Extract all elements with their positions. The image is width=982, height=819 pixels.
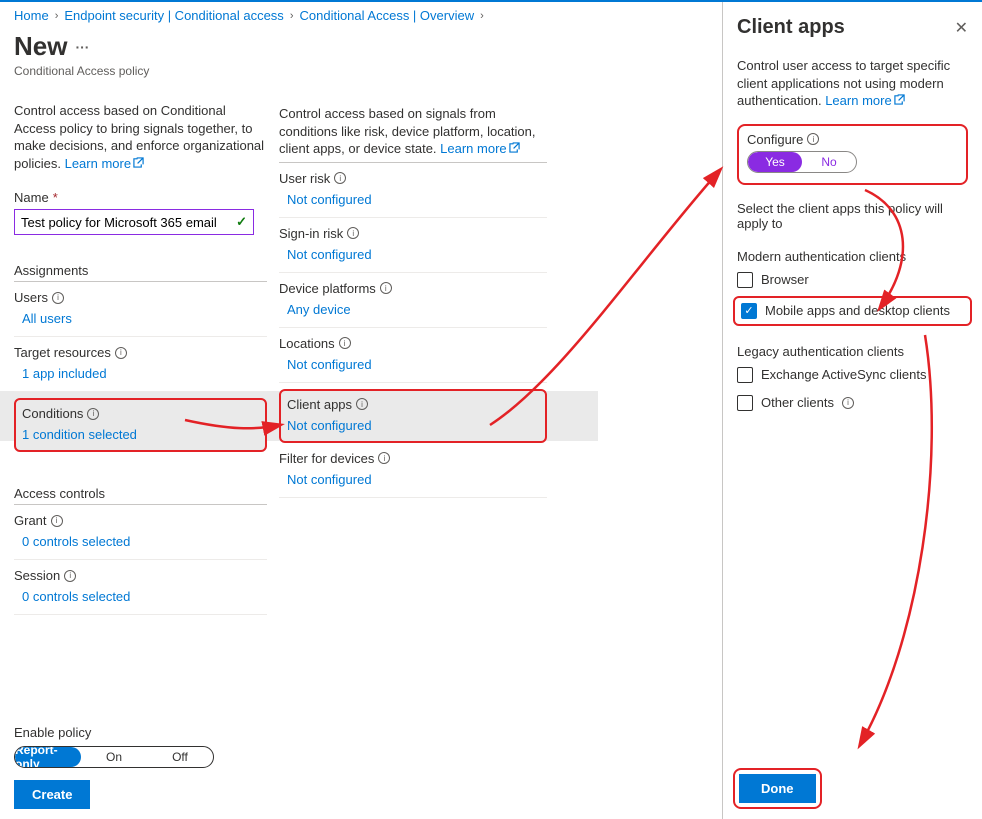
info-icon[interactable]: i — [64, 570, 76, 582]
checkbox-eas-label: Exchange ActiveSync clients — [761, 367, 926, 382]
info-icon[interactable]: i — [51, 515, 63, 527]
targets-value[interactable]: 1 app included — [14, 366, 267, 381]
crumb-home[interactable]: Home — [14, 8, 49, 23]
crumb-ca[interactable]: Conditional Access | Overview — [299, 8, 474, 23]
info-icon[interactable]: i — [347, 227, 359, 239]
info-icon[interactable]: i — [87, 408, 99, 420]
conditions-row[interactable]: Conditions i — [22, 406, 259, 421]
info-icon[interactable]: i — [52, 292, 64, 304]
grant-row[interactable]: Grant i — [14, 513, 267, 528]
toggle-yes[interactable]: Yes — [748, 152, 802, 172]
cond-row[interactable]: Filter for devicesi — [279, 451, 547, 466]
name-input[interactable]: ✓ — [14, 209, 254, 235]
check-icon: ✓ — [236, 214, 247, 230]
configure-toggle[interactable]: Yes No — [747, 151, 857, 173]
learn-more-link[interactable]: Learn more — [440, 141, 519, 156]
enable-policy-label: Enable policy — [14, 725, 214, 740]
name-label: Name* — [14, 190, 267, 205]
cond-value[interactable]: Not configured — [279, 247, 547, 262]
group-legacy: Legacy authentication clients — [737, 344, 968, 359]
more-icon[interactable]: ··· — [75, 39, 89, 55]
info-icon[interactable]: i — [842, 397, 854, 409]
cond-value[interactable]: Not configured — [287, 418, 539, 433]
panel-title: Client apps ✕ — [737, 16, 968, 39]
external-link-icon — [133, 157, 144, 168]
cond-value[interactable]: Not configured — [279, 192, 547, 207]
checkbox-other[interactable] — [737, 395, 753, 411]
checkbox-mobile-desktop-label: Mobile apps and desktop clients — [765, 303, 950, 318]
cond-value[interactable]: Any device — [279, 302, 547, 317]
info-icon[interactable]: i — [339, 337, 351, 349]
info-icon[interactable]: i — [807, 133, 819, 145]
info-icon[interactable]: i — [380, 282, 392, 294]
cond-value[interactable]: Not configured — [279, 472, 547, 487]
cond-row[interactable]: Locationsi — [279, 336, 547, 351]
chevron-right-icon: › — [480, 10, 484, 22]
access-controls-header: Access controls — [14, 480, 267, 505]
checkbox-browser-label: Browser — [761, 272, 809, 287]
targets-row[interactable]: Target resources i — [14, 345, 267, 360]
learn-more-link[interactable]: Learn more — [825, 93, 904, 108]
opt-on[interactable]: On — [81, 747, 147, 767]
users-value[interactable]: All users — [14, 311, 267, 326]
enable-policy-toggle[interactable]: Report-only On Off — [14, 746, 214, 768]
info-icon[interactable]: i — [378, 452, 390, 464]
group-modern: Modern authentication clients — [737, 249, 968, 264]
assignments-header: Assignments — [14, 257, 267, 282]
mid-description: Control access based on signals from con… — [279, 105, 547, 158]
page-subtitle: Conditional Access policy — [14, 64, 267, 78]
checkbox-mobile-desktop[interactable]: ✓ — [741, 303, 757, 319]
cond-row[interactable]: Sign-in riski — [279, 226, 547, 241]
chevron-right-icon: › — [290, 10, 294, 22]
checkbox-eas[interactable] — [737, 367, 753, 383]
cond-row[interactable]: Device platformsi — [279, 281, 547, 296]
select-text: Select the client apps this policy will … — [737, 201, 968, 231]
info-icon[interactable]: i — [115, 347, 127, 359]
external-link-icon — [894, 94, 905, 105]
learn-more-link[interactable]: Learn more — [65, 156, 144, 171]
info-icon[interactable]: i — [334, 172, 346, 184]
checkbox-browser[interactable] — [737, 272, 753, 288]
toggle-no[interactable]: No — [802, 152, 856, 172]
opt-report-only[interactable]: Report-only — [15, 747, 81, 767]
opt-off[interactable]: Off — [147, 747, 213, 767]
cond-row[interactable]: User riski — [279, 171, 547, 186]
page-title: New ··· — [14, 31, 267, 62]
users-row[interactable]: Users i — [14, 290, 267, 305]
left-description: Control access based on Conditional Acce… — [14, 102, 267, 172]
session-row[interactable]: Session i — [14, 568, 267, 583]
chevron-right-icon: › — [55, 10, 59, 22]
cond-row[interactable]: Client appsi — [287, 397, 539, 412]
panel-description: Control user access to target specific c… — [737, 57, 968, 110]
close-icon[interactable]: ✕ — [955, 18, 968, 38]
external-link-icon — [509, 142, 520, 153]
cond-value[interactable]: Not configured — [279, 357, 547, 372]
crumb-endpoint[interactable]: Endpoint security | Conditional access — [64, 8, 283, 23]
conditions-value[interactable]: 1 condition selected — [22, 427, 259, 442]
create-button[interactable]: Create — [14, 780, 90, 809]
configure-label: Configure i — [747, 132, 958, 147]
checkbox-other-label: Other clients — [761, 395, 834, 410]
info-icon[interactable]: i — [356, 398, 368, 410]
grant-value[interactable]: 0 controls selected — [14, 534, 267, 549]
session-value[interactable]: 0 controls selected — [14, 589, 267, 604]
client-apps-panel: Client apps ✕ Control user access to tar… — [722, 2, 982, 819]
done-button[interactable]: Done — [739, 774, 816, 803]
